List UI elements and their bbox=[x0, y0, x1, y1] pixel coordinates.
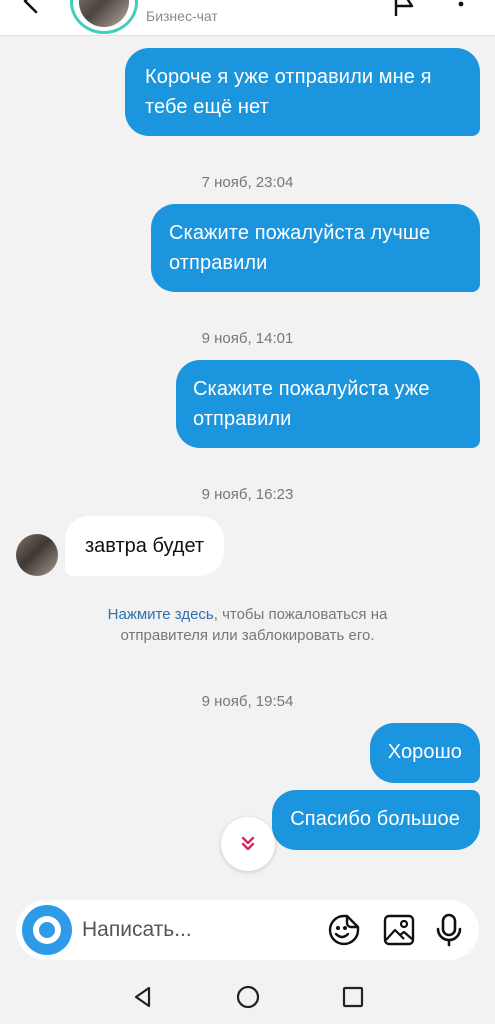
message-outgoing[interactable]: Короче я уже отправили мне я тебе ещё не… bbox=[125, 48, 480, 136]
report-text: отправителя или заблокировать его. bbox=[120, 627, 375, 644]
message-text: отправили bbox=[169, 252, 268, 274]
back-triangle-icon[interactable] bbox=[130, 984, 156, 1010]
message-text: Хорошо bbox=[387, 741, 462, 763]
scroll-to-bottom-button[interactable] bbox=[221, 817, 275, 871]
message-timestamp: 9 нояб, 19:54 bbox=[201, 693, 294, 710]
report-text: , чтобы пожаловаться на bbox=[213, 606, 388, 623]
contact-avatar[interactable] bbox=[70, 0, 138, 34]
message-composer bbox=[16, 900, 479, 960]
message-text: Скажите пожалуйста уже bbox=[193, 378, 430, 400]
microphone-icon[interactable] bbox=[432, 913, 466, 947]
message-outgoing[interactable]: Скажите пожалуйста уже отправили bbox=[176, 360, 480, 448]
home-circle-icon[interactable] bbox=[235, 984, 261, 1010]
message-timestamp: 9 нояб, 14:01 bbox=[201, 330, 294, 347]
message-outgoing[interactable]: Хорошо bbox=[369, 723, 480, 783]
message-timestamp: 9 нояб, 16:23 bbox=[201, 486, 294, 503]
message-incoming[interactable]: завтра будет bbox=[65, 516, 225, 576]
chat-screen: Бизнес-чат Короче я уже отправили мне я … bbox=[0, 0, 495, 1024]
report-notice: Нажмите здесь, чтобы пожаловаться на отп… bbox=[60, 604, 435, 646]
sender-avatar[interactable] bbox=[16, 534, 58, 576]
message-input[interactable] bbox=[82, 915, 302, 945]
report-link[interactable]: Нажмите здесь bbox=[108, 606, 214, 623]
message-text: Спасибо большое bbox=[290, 808, 460, 830]
camera-icon bbox=[33, 916, 61, 944]
sticker-icon[interactable] bbox=[327, 913, 361, 947]
camera-button[interactable] bbox=[22, 905, 72, 955]
message-outgoing[interactable]: Скажите пожалуйста лучше отправили bbox=[151, 204, 480, 292]
message-text: отправили bbox=[193, 408, 292, 430]
recent-apps-square-icon[interactable] bbox=[340, 984, 366, 1010]
message-outgoing[interactable]: Спасибо большое bbox=[272, 790, 480, 850]
message-text: Скажите пожалуйста лучше bbox=[169, 222, 431, 244]
chat-subtitle: Бизнес-чат bbox=[146, 8, 218, 24]
double-chevron-down-icon bbox=[241, 836, 255, 851]
back-arrow-icon[interactable] bbox=[16, 0, 46, 16]
flag-icon[interactable] bbox=[390, 0, 420, 18]
chat-header: Бизнес-чат bbox=[0, 0, 495, 36]
image-gallery-icon[interactable] bbox=[382, 913, 416, 947]
message-text: Короче я уже отправили мне я bbox=[145, 66, 432, 88]
message-text: тебе ещё нет bbox=[145, 96, 269, 118]
system-navigation-bar bbox=[0, 970, 495, 1024]
message-timestamp: 7 нояб, 23:04 bbox=[201, 174, 294, 191]
more-options-icon[interactable] bbox=[446, 0, 476, 18]
message-text: завтра будет bbox=[85, 535, 205, 557]
